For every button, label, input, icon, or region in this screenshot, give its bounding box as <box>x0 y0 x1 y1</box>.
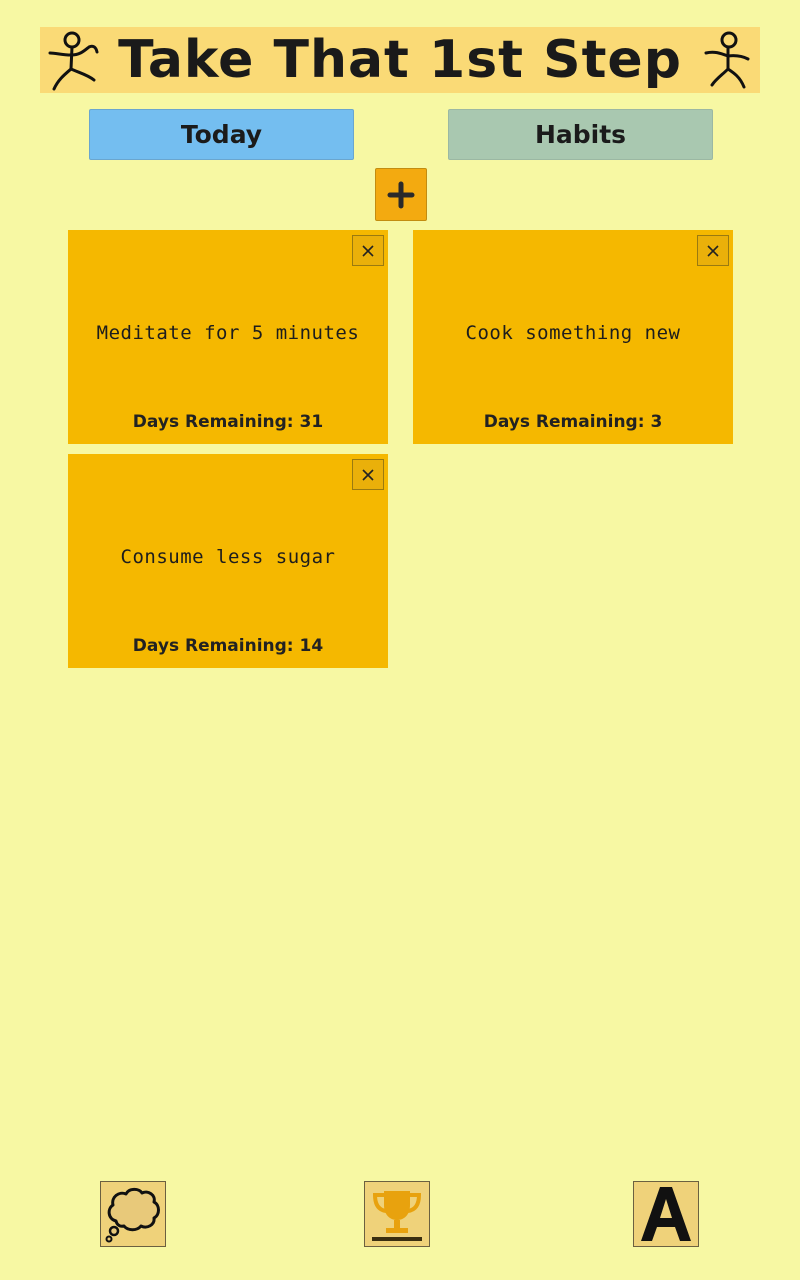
delete-habit-button[interactable] <box>352 459 384 490</box>
days-remaining: Days Remaining: 31 <box>68 412 388 432</box>
tab-habits[interactable]: Habits <box>448 109 713 160</box>
thoughts-nav-button[interactable] <box>100 1181 166 1247</box>
tab-today[interactable]: Today <box>89 109 354 160</box>
delete-habit-button[interactable] <box>697 235 729 266</box>
days-remaining-label: Days Remaining: <box>132 636 294 656</box>
trophy-icon <box>372 1191 422 1241</box>
close-icon <box>362 468 374 481</box>
days-remaining-value: 3 <box>650 412 663 432</box>
habit-card[interactable]: Meditate for 5 minutes Days Remaining: 3… <box>68 230 388 444</box>
habit-text: Consume less sugar <box>120 546 336 568</box>
stick-figure-icon <box>704 31 750 89</box>
habit-card[interactable]: Consume less sugar Days Remaining: 14 <box>68 454 388 668</box>
app-title: Take That 1st Step <box>118 30 682 90</box>
days-remaining: Days Remaining: 14 <box>68 636 388 656</box>
habit-text: Cook something new <box>465 322 681 344</box>
delete-habit-button[interactable] <box>352 235 384 266</box>
letter-a-icon <box>641 1187 691 1241</box>
font-settings-nav-button[interactable] <box>633 1181 699 1247</box>
days-remaining: Days Remaining: 3 <box>413 412 733 432</box>
thought-bubble-icon <box>105 1187 160 1243</box>
plus-icon <box>387 181 415 208</box>
habit-text: Meditate for 5 minutes <box>96 322 360 344</box>
days-remaining-label: Days Remaining: <box>132 412 294 432</box>
days-remaining-label: Days Remaining: <box>483 412 645 432</box>
app-root: Take That 1st Step Today Habits Meditate… <box>0 0 800 1280</box>
days-remaining-value: 14 <box>299 636 324 656</box>
achievements-nav-button[interactable] <box>364 1181 430 1247</box>
add-habit-button[interactable] <box>375 168 427 221</box>
days-remaining-value: 31 <box>299 412 324 432</box>
close-icon <box>362 244 374 257</box>
app-header: Take That 1st Step <box>40 27 760 93</box>
close-icon <box>707 244 719 257</box>
habit-card[interactable]: Cook something new Days Remaining: 3 <box>413 230 733 444</box>
